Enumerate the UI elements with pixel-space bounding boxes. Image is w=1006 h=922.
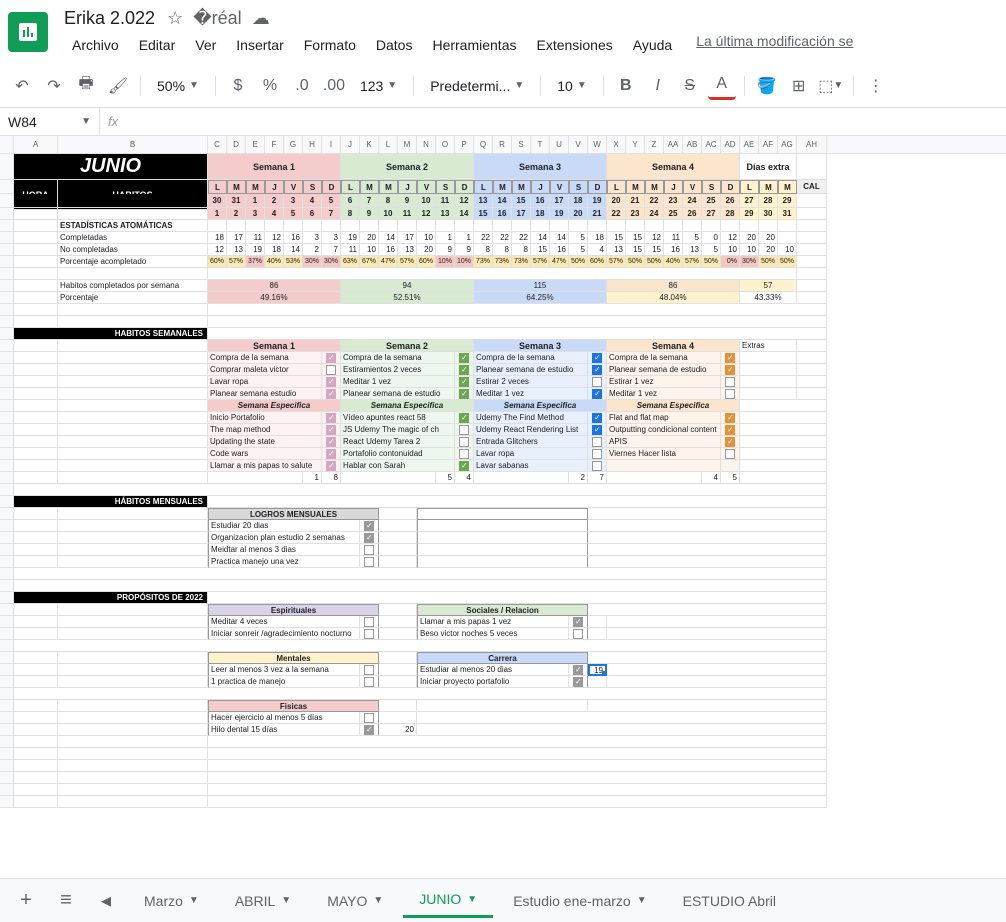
move-icon[interactable]: �réal — [193, 8, 241, 29]
menu-datos[interactable]: Datos — [368, 33, 421, 57]
fill-color-button[interactable]: 🪣 — [753, 72, 781, 100]
borders-button[interactable]: ⊞ — [785, 72, 813, 100]
strike-button[interactable]: S — [676, 72, 704, 100]
italic-button[interactable]: I — [644, 72, 672, 100]
menu-ayuda[interactable]: Ayuda — [625, 33, 680, 57]
dec-decrease-button[interactable]: .0 — [288, 72, 316, 100]
tab-mayo[interactable]: MAYO▼ — [311, 885, 399, 917]
tab-estudio-ene-marzo[interactable]: Estudio ene-marzo▼ — [497, 885, 662, 917]
doc-title[interactable]: Erika 2.022 — [64, 8, 155, 29]
tab-marzo[interactable]: Marzo▼ — [128, 885, 215, 917]
menu-archivo[interactable]: Archivo — [64, 33, 127, 57]
zoom-dropdown[interactable]: 50%▼ — [149, 72, 207, 100]
merge-button[interactable]: ⬚▼ — [817, 72, 845, 100]
percent-button[interactable]: % — [256, 72, 284, 100]
paint-format-button[interactable]: 🖌 — [104, 72, 132, 100]
menu-herramientas[interactable]: Herramientas — [424, 33, 524, 57]
column-headers: A B C D E F G H I J K L M N O P Q R S T … — [0, 136, 1006, 154]
cloud-icon[interactable]: ☁ — [252, 8, 270, 29]
formula-input[interactable] — [126, 114, 1006, 130]
redo-button[interactable]: ↷ — [40, 72, 68, 100]
prev-sheet-button[interactable]: ◂ — [88, 883, 124, 919]
menu-bar: Archivo Editar Ver Insertar Formato Dato… — [64, 33, 998, 57]
add-sheet-button[interactable]: + — [8, 883, 44, 919]
menu-extensiones[interactable]: Extensiones — [528, 33, 620, 57]
formula-bar: W84▼ fx — [0, 108, 1006, 136]
print-button[interactable]: 🖶 — [72, 72, 100, 100]
menu-ver[interactable]: Ver — [187, 33, 224, 57]
format-dropdown[interactable]: 123▼ — [352, 72, 405, 100]
cell-reference[interactable]: W84▼ — [0, 108, 100, 135]
toolbar: ↶ ↷ 🖶 🖌 50%▼ $ % .0 .00 123▼ Predetermi.… — [0, 64, 1006, 108]
tab-abril[interactable]: ABRIL▼ — [219, 885, 307, 917]
currency-button[interactable]: $ — [224, 72, 252, 100]
font-dropdown[interactable]: Predetermi...▼ — [422, 72, 532, 100]
star-icon[interactable]: ☆ — [167, 8, 183, 29]
sheet-tabs: + ≡ ◂ Marzo▼ ABRIL▼ MAYO▼ JUNIO▼ Estudio… — [0, 878, 1006, 922]
header: Erika 2.022 ☆ �réal ☁ Archivo Editar Ver… — [0, 0, 1006, 64]
tab-estudio-abril[interactable]: ESTUDIO Abril — [667, 885, 792, 917]
menu-formato[interactable]: Formato — [296, 33, 364, 57]
menu-insertar[interactable]: Insertar — [228, 33, 291, 57]
menu-editar[interactable]: Editar — [131, 33, 184, 57]
fx-icon: fx — [100, 114, 126, 129]
more-button[interactable]: ⋮ — [862, 72, 890, 100]
tab-junio[interactable]: JUNIO▼ — [403, 883, 493, 918]
fontsize-dropdown[interactable]: 10▼ — [549, 72, 594, 100]
sheets-logo — [8, 12, 48, 52]
spreadsheet-grid[interactable]: JUNIOSemana 1Semana 2Semana 3Semana 4Día… — [0, 154, 1006, 808]
all-sheets-button[interactable]: ≡ — [48, 883, 84, 919]
text-color-button[interactable]: A — [708, 72, 736, 100]
last-modified[interactable]: La última modificación se — [696, 33, 853, 57]
bold-button[interactable]: B — [612, 72, 640, 100]
undo-button[interactable]: ↶ — [8, 72, 36, 100]
dec-increase-button[interactable]: .00 — [320, 72, 348, 100]
